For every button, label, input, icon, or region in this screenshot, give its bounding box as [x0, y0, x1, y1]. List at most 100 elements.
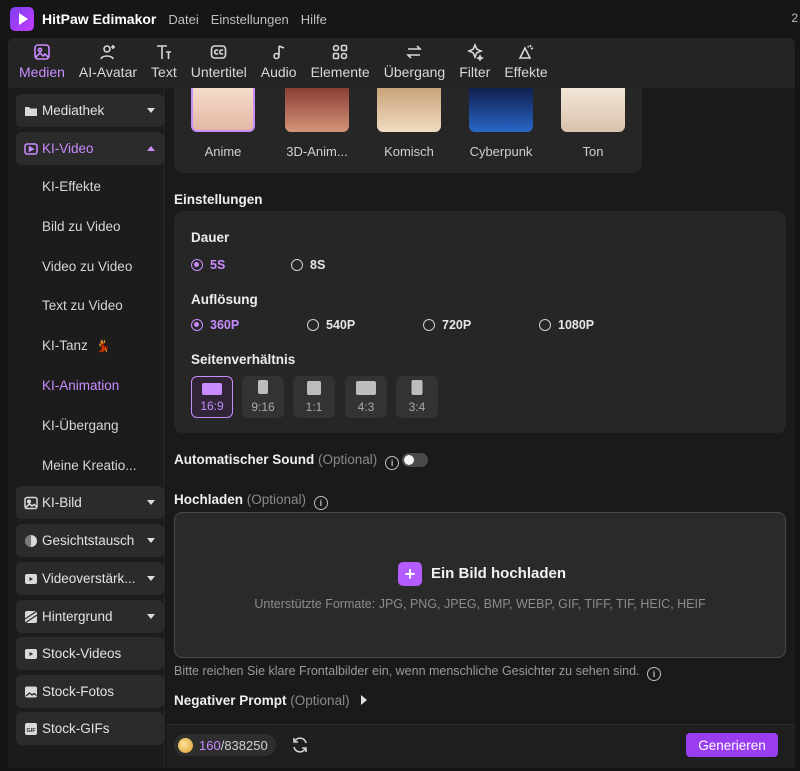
style-thumbnail-komisch [377, 88, 441, 132]
sidebar-item-mediathek[interactable]: Mediathek [16, 94, 164, 127]
style-selector: Anime 3D-Anim... Komisch Cyberpunk Ton [174, 88, 642, 173]
tab-uebergang-label: Übergang [383, 64, 446, 80]
style-label: Ton [582, 144, 604, 159]
resolution-label: Auflösung [191, 292, 258, 307]
aspect-ratio-4-3[interactable]: 4:3 [345, 376, 387, 418]
info-icon[interactable]: i [313, 496, 328, 510]
sidebar-sub-ki-uebergang[interactable]: KI-Übergang [42, 418, 119, 433]
style-label: Anime [204, 144, 242, 159]
sidebar-sub-video-zu-video[interactable]: Video zu Video [42, 259, 132, 274]
style-card-anime[interactable]: Anime [190, 88, 256, 159]
sidebar-sub-bild-zu-video[interactable]: Bild zu Video [42, 219, 121, 234]
radio-dot [423, 319, 435, 331]
radio-dot [307, 319, 319, 331]
refresh-icon[interactable] [290, 735, 310, 755]
aspect-shape-icon [258, 380, 268, 394]
generate-button[interactable]: Generieren [686, 733, 778, 757]
menu-datei[interactable]: Datei [168, 12, 198, 27]
resolution-option-540p[interactable]: 540P [307, 318, 355, 332]
tab-effekte[interactable]: Effekte [497, 38, 554, 88]
aspect-ratio-1-1[interactable]: 1:1 [293, 376, 335, 418]
sidebar-item-label: Stock-Videos [42, 646, 122, 661]
filter-icon [465, 42, 485, 62]
radio-dot [191, 259, 203, 271]
style-label: Cyberpunk [469, 144, 533, 159]
aspect-ratio-9-16[interactable]: 9:16 [242, 376, 284, 418]
app-logo-icon [10, 7, 34, 31]
credits-used: 160 [199, 737, 221, 753]
tab-filter[interactable]: Filter [452, 38, 497, 88]
sidebar-item-label: Videoverstärk... [42, 571, 136, 586]
sidebar-item-ki-video[interactable]: KI-Video [16, 132, 164, 165]
sidebar-item-label: Stock-GIFs [42, 721, 110, 736]
style-label: 3D-Anim... [286, 144, 348, 159]
credits-total: /838250 [220, 737, 268, 753]
plus-icon: + [398, 562, 422, 586]
aspect-label: 9:16 [251, 400, 275, 414]
resolution-option-1080p[interactable]: 1080P [539, 318, 594, 332]
sidebar-sub-ki-effekte[interactable]: KI-Effekte [42, 179, 101, 194]
sidebar-sub-meine-kreationen[interactable]: Meine Kreatio... [42, 458, 137, 473]
auto-sound-toggle[interactable] [402, 453, 428, 467]
sidebar-item-stock-videos[interactable]: Stock-Videos [16, 637, 164, 670]
background-icon [24, 610, 38, 624]
negative-prompt-toggle[interactable]: Negativer Prompt (Optional) [174, 693, 368, 708]
tab-medien[interactable]: Medien [12, 38, 72, 88]
info-icon[interactable]: i [385, 456, 400, 470]
tab-filter-label: Filter [459, 64, 491, 80]
sidebar-sub-text-zu-video[interactable]: Text zu Video [42, 298, 123, 313]
tab-uebergang[interactable]: Übergang [377, 38, 453, 88]
supported-formats: Unterstützte Formate: JPG, PNG, JPEG, BM… [254, 597, 706, 611]
generate-footer: 160 /838250 Generieren [166, 724, 795, 768]
style-card-ton[interactable]: Ton [560, 88, 626, 159]
aspect-label: 1:1 [305, 400, 323, 414]
upload-hint-text: Bitte reichen Sie klare Frontalbilder ei… [174, 664, 640, 678]
tab-audio[interactable]: Audio [254, 38, 304, 88]
tab-text[interactable]: Text [144, 38, 184, 88]
resolution-option-360p[interactable]: 360P [191, 318, 239, 332]
style-card-3d-animation[interactable]: 3D-Anim... [284, 88, 350, 159]
sidebar-item-ki-bild[interactable]: KI-Bild [16, 486, 164, 519]
style-card-cyberpunk[interactable]: Cyberpunk [468, 88, 534, 159]
aspect-shape-icon [411, 380, 423, 395]
duration-option-8s[interactable]: 8S [291, 258, 325, 272]
chevron-right-icon [361, 695, 368, 705]
radio-label: 5S [210, 258, 226, 272]
tab-ai-avatar[interactable]: AI-Avatar [72, 38, 144, 88]
menu-hilfe[interactable]: Hilfe [301, 12, 327, 27]
style-card-komisch[interactable]: Komisch [376, 88, 442, 159]
tab-audio-label: Audio [260, 64, 297, 80]
video-icon [24, 142, 38, 156]
info-icon[interactable]: i [647, 667, 661, 681]
sidebar-item-gesichtstausch[interactable]: Gesichtstausch [16, 524, 164, 557]
radio-dot [539, 319, 551, 331]
aspect-ratio-16-9[interactable]: 16:9 [191, 376, 233, 418]
chevron-down-icon [147, 500, 155, 505]
title-bar: HitPaw Edimakor Datei Einstellungen Hilf… [0, 0, 800, 38]
chevron-down-icon [147, 108, 155, 113]
stock-video-icon [24, 647, 38, 661]
menu-einstellungen[interactable]: Einstellungen [211, 12, 289, 27]
image-icon [24, 496, 38, 510]
tab-untertitel[interactable]: Untertitel [184, 38, 254, 88]
sidebar: Mediathek KI-Video KI-Effekte Bild zu Vi… [8, 88, 165, 768]
aspect-shape-icon [307, 381, 321, 395]
duration-option-5s[interactable]: 5S [191, 258, 225, 272]
radio-label: 540P [326, 318, 356, 332]
effects-icon [516, 42, 536, 62]
sidebar-item-videoverstaerker[interactable]: Videoverstärk... [16, 562, 164, 595]
sidebar-item-stock-fotos[interactable]: Stock-Fotos [16, 675, 164, 708]
sidebar-item-hintergrund[interactable]: Hintergrund [16, 600, 164, 633]
sidebar-sub-ki-tanz[interactable]: KI-Tanz 💃 [42, 338, 111, 353]
sidebar-sub-label: KI-Tanz [42, 338, 88, 353]
sidebar-sub-ki-animation[interactable]: KI-Animation [42, 378, 119, 393]
aspect-ratio-3-4[interactable]: 3:4 [396, 376, 438, 418]
upload-dropzone[interactable]: + Ein Bild hochladen Unterstützte Format… [174, 512, 786, 658]
auto-sound-optional: (Optional) [318, 452, 378, 467]
chevron-down-icon [147, 614, 155, 619]
sidebar-item-label: Stock-Fotos [42, 684, 115, 699]
resolution-option-720p[interactable]: 720P [423, 318, 471, 332]
sidebar-item-stock-gifs[interactable]: GIF Stock-GIFs [16, 712, 164, 745]
ki-animation-panel: Anime 3D-Anim... Komisch Cyberpunk Ton E… [166, 88, 795, 768]
tab-elemente[interactable]: Elemente [304, 38, 377, 88]
